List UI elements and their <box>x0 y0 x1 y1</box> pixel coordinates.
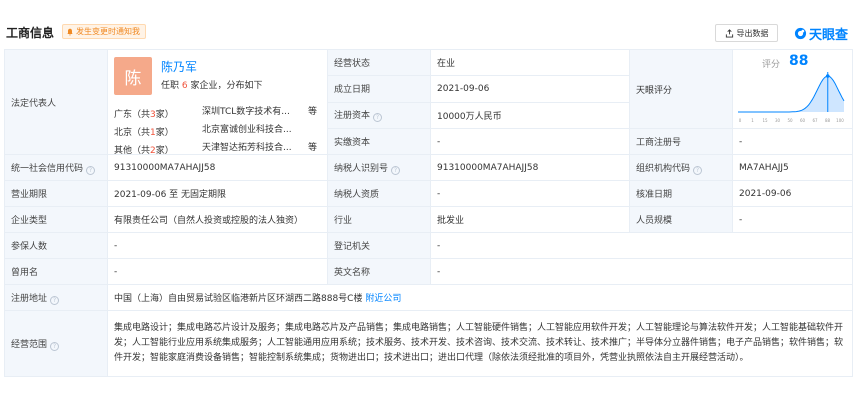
legal-rep-desc: 任职 6 家企业，分布如下 <box>161 81 263 91</box>
nearby-companies-link[interactable]: 附近公司 <box>365 294 401 304</box>
reg-no-value: - <box>732 128 853 155</box>
section-title: 工商信息 <box>6 26 55 40</box>
paid-capital-value: - <box>430 128 630 155</box>
english-name-value: - <box>430 258 853 285</box>
score-axis-tick: 0 <box>739 118 742 123</box>
former-name-value: - <box>107 258 328 285</box>
score-axis-tick: 88 <box>825 118 831 123</box>
scope-value: 集成电路设计；集成电路芯片设计及服务；集成电路芯片及产品销售；集成电路销售；人工… <box>107 310 853 377</box>
taxpayer-id-value: 91310000MA7AHAJJ58 <box>430 154 630 181</box>
section-header: 工商信息 发生变更时通知我 导出数据 天眼查 <box>0 0 855 43</box>
former-name-label: 曾用名 <box>4 258 108 285</box>
status-label: 经营状态 <box>327 48 431 77</box>
industry-value: 批发业 <box>430 206 630 233</box>
address-value: 中国（上海）自由贸易试验区临港新片区环湖西二路888号C楼 附近公司 <box>107 284 853 311</box>
status-value: 在业 <box>430 48 630 77</box>
logo-text: 天眼查 <box>809 27 849 43</box>
address-label: 注册地址? <box>4 284 108 311</box>
score-axis-tick: 30 <box>775 118 781 123</box>
score-label: 评分 <box>762 60 781 70</box>
export-icon <box>725 28 733 38</box>
approve-date-label: 核准日期 <box>629 180 733 207</box>
staff-size-label: 人员规模 <box>629 206 733 233</box>
change-notify-badge[interactable]: 发生变更时通知我 <box>62 24 146 39</box>
score-axis-tick: 1 <box>751 118 754 123</box>
company-type-label: 企业类型 <box>4 206 108 233</box>
legal-rep-name[interactable]: 陈乃军 <box>161 58 197 75</box>
reg-no-label: 工商注册号 <box>629 128 733 155</box>
info-icon[interactable]: ? <box>50 341 60 351</box>
credit-code-value: 91310000MA7AHAJJ58 <box>107 154 328 181</box>
info-icon[interactable]: ? <box>373 113 383 123</box>
info-icon[interactable]: ? <box>50 295 60 305</box>
legal-rep-label: 法定代表人 <box>4 49 108 155</box>
reg-capital-label: 注册资本? <box>327 101 431 130</box>
authority-label: 登记机关 <box>327 232 431 259</box>
score-axis-tick: 15 <box>762 118 768 123</box>
paid-capital-label: 实缴资本 <box>327 128 431 155</box>
rating-label: 天眼评分 <box>630 50 733 128</box>
company-type-value: 有限责任公司（自然人投资或控股的法人独资） <box>107 206 328 233</box>
info-icon[interactable]: ? <box>693 165 703 175</box>
export-data-button[interactable]: 导出数据 <box>715 24 778 42</box>
rating-cell: 天眼评分 评分 88 0 1 15 30 50 60 67 88 100 <box>629 49 853 129</box>
tianyancha-logo: 天眼查 <box>794 24 849 43</box>
bell-icon <box>67 28 73 36</box>
term-label: 营业期限 <box>4 180 108 207</box>
credit-code-label: 统一社会信用代码? <box>4 154 108 181</box>
industry-label: 行业 <box>327 206 431 233</box>
score-marker-dot <box>825 74 830 78</box>
found-date-label: 成立日期 <box>327 75 431 103</box>
change-notify-label: 发生变更时通知我 <box>76 27 140 36</box>
info-icon[interactable]: ? <box>86 165 96 175</box>
taxpayer-id-label: 纳税人识别号? <box>327 154 431 181</box>
score-axis-tick: 100 <box>836 118 844 123</box>
reg-capital-value: 10000万人民币 <box>430 101 630 130</box>
approve-date-value: 2021-09-06 <box>732 180 853 207</box>
info-icon[interactable]: ? <box>391 165 401 175</box>
org-code-value: MA7AHAJJ5 <box>732 154 853 181</box>
found-date-value: 2021-09-06 <box>430 75 630 103</box>
english-name-label: 英文名称 <box>327 258 431 285</box>
avatar: 陈 <box>114 57 152 95</box>
tianyancha-logo-icon <box>794 27 807 39</box>
business-info-table: 法定代表人 陈 陈乃军 任职 6 家企业，分布如下 广东（共3家） 深圳TCL数字… <box>4 48 853 377</box>
taxpayer-qual-value: - <box>430 180 630 207</box>
authority-value: - <box>430 232 853 259</box>
insured-value: - <box>107 232 328 259</box>
term-value: 2021-09-06 至 无固定期限 <box>107 180 328 207</box>
score-value: 88 <box>789 53 809 69</box>
region-row[interactable]: 其他（共2家） 天津智达拓芳科技合... 等 <box>114 140 322 154</box>
org-code-label: 组织机构代码? <box>629 154 733 181</box>
score-curve: 0 1 15 30 50 60 67 88 100 <box>738 72 845 123</box>
legal-rep-cell: 陈 陈乃军 任职 6 家企业，分布如下 广东（共3家） 深圳TCL数字技术有...… <box>107 49 328 155</box>
region-row[interactable]: 广东（共3家） 深圳TCL数字技术有... 等 <box>114 104 322 120</box>
region-row[interactable]: 北京（共1家） 北京富诚创业科技合... <box>114 122 322 138</box>
scope-label: 经营范围? <box>4 310 108 377</box>
score-axis-tick: 60 <box>800 118 806 123</box>
score-axis-tick: 67 <box>812 118 818 123</box>
taxpayer-qual-label: 纳税人资质 <box>327 180 431 207</box>
export-data-label: 导出数据 <box>736 28 769 38</box>
score-axis-tick: 50 <box>787 118 793 123</box>
staff-size-value: - <box>732 206 853 233</box>
insured-label: 参保人数 <box>4 232 108 259</box>
